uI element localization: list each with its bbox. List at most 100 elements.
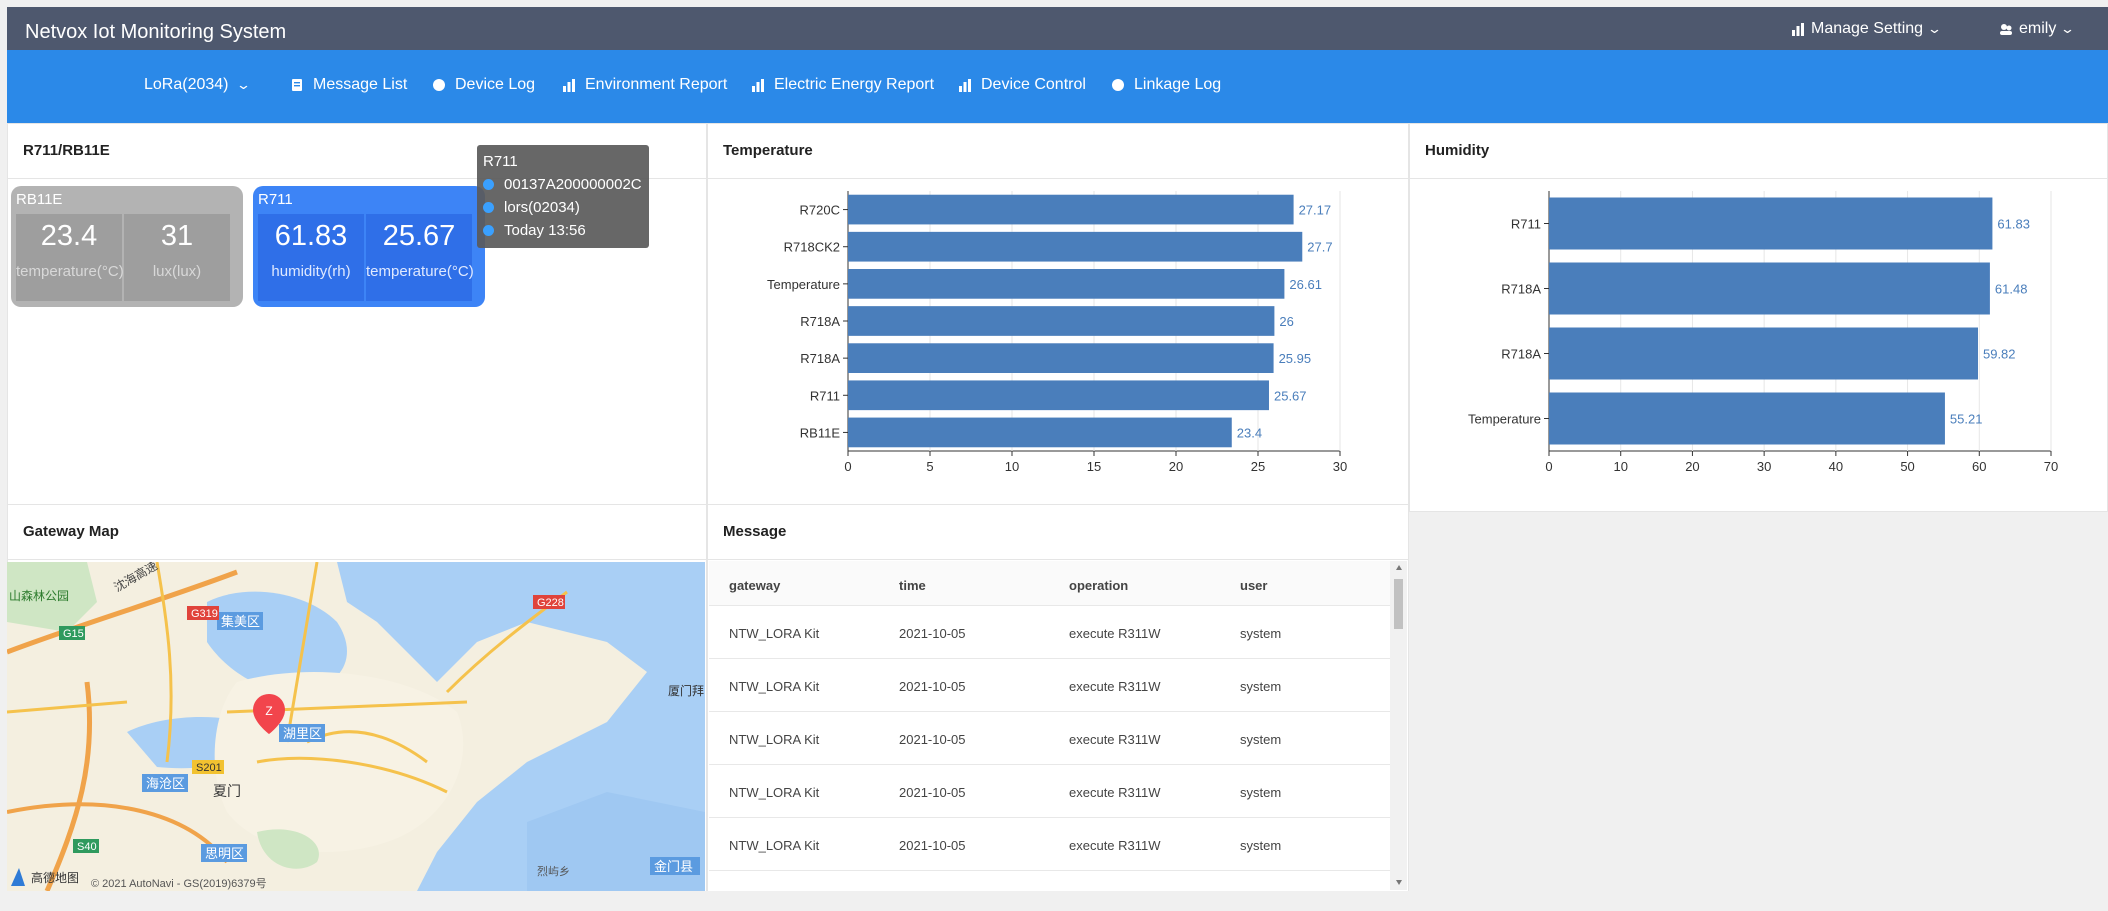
nav-item-environment-report[interactable]: Environment Report <box>562 76 727 94</box>
table-row[interactable]: NTW_LORA Kit 2021-10-05 execute R311W sy… <box>709 712 1390 765</box>
y-tick-label: R718A <box>800 314 840 329</box>
list-icon <box>292 79 302 91</box>
reading-cell: 25.67 temperature(°C) <box>366 214 474 301</box>
chevron-down-icon: ⌄ <box>1926 21 1943 36</box>
nav-label: Device Control <box>981 76 1086 93</box>
scrollbar[interactable] <box>1390 561 1407 890</box>
reading-cell: 31 lux(lux) <box>124 214 230 301</box>
app-window: Netvox Iot Monitoring System Manage Sett… <box>7 7 2108 891</box>
x-tick-label: 70 <box>2044 459 2058 474</box>
cell-gateway: NTW_LORA Kit <box>729 838 820 853</box>
x-tick-label: 0 <box>1545 459 1552 474</box>
y-tick-label: R718A <box>1501 347 1541 362</box>
panel-title: Temperature <box>708 124 1408 179</box>
data-label: 59.82 <box>1983 347 2016 362</box>
x-tick-label: 30 <box>1757 459 1771 474</box>
table-row[interactable]: NTW_LORA Kit 2021-10-05 execute R311W sy… <box>709 659 1390 712</box>
nav-item-electric-energy-report[interactable]: Electric Energy Report <box>751 76 934 94</box>
scroll-up-icon[interactable] <box>1396 565 1402 570</box>
sensor-card-r711[interactable]: R711 61.83 humidity(rh) 25.67 temperatur… <box>253 186 485 307</box>
reading-unit: temperature(°C) <box>366 263 474 280</box>
map-brand: 高德地图 <box>31 870 79 885</box>
network-label: LoRa(2034) <box>144 76 229 93</box>
map-label: 湖里区 <box>283 726 322 741</box>
table-header: gateway time operation user <box>709 561 1390 606</box>
nav-label: Environment Report <box>585 76 728 93</box>
x-tick-label: 10 <box>1005 459 1019 474</box>
cell-user: system <box>1240 679 1282 694</box>
column-header-operation[interactable]: operation <box>1069 578 1128 593</box>
cell-operation: execute R311W <box>1069 626 1161 641</box>
nav-label: Message List <box>313 76 408 93</box>
data-label: 25.95 <box>1279 351 1312 366</box>
y-tick-label: Temperature <box>1468 412 1541 427</box>
map-label: S40 <box>77 841 97 853</box>
bar <box>848 380 1269 411</box>
cell-user: system <box>1240 785 1282 800</box>
reading-value: 23.4 <box>40 220 98 252</box>
map-label: G228 <box>537 597 564 609</box>
y-tick-label: R711 <box>810 388 840 403</box>
bar <box>848 306 1275 336</box>
column-header-time[interactable]: time <box>899 578 926 593</box>
map-label: 烈屿乡 <box>537 864 570 878</box>
map-marker-label: Z <box>265 704 272 718</box>
data-label: 61.48 <box>1995 282 2028 297</box>
cell-user: system <box>1240 626 1282 641</box>
column-header-gateway[interactable]: gateway <box>729 578 780 593</box>
message-table: gateway time operation user NTW_LORA Kit… <box>709 561 1390 890</box>
map-label: G15 <box>63 628 84 640</box>
user-menu[interactable]: emily ⌄ <box>1999 20 2075 38</box>
x-tick-label: 20 <box>1169 459 1183 474</box>
nav-item-device-control[interactable]: Device Control <box>958 76 1086 94</box>
map-label: 思明区 <box>205 846 244 861</box>
map-label: 海沧区 <box>146 776 185 791</box>
chevron-down-icon: ⌄ <box>235 77 251 92</box>
cell-time: 2021-10-05 <box>899 626 966 641</box>
nav-label: Device Log <box>455 76 536 93</box>
y-tick-label: R711 <box>1511 217 1541 232</box>
reading-unit: temperature(°C) <box>16 263 124 280</box>
map-label: 夏门 <box>213 783 241 799</box>
user-icon <box>2000 24 2012 35</box>
y-tick-label: R718A <box>1501 282 1541 297</box>
x-tick-label: 0 <box>844 459 851 474</box>
gateway-map[interactable]: Z 山森林公园 集美区 湖里区 海沧区 思明区 金门县 夏门 厦门拜 烈屿乡 沈… <box>7 562 705 891</box>
reading-value: 61.83 <box>274 220 348 252</box>
user-name: emily <box>2019 20 2057 37</box>
map-label: G319 <box>191 608 218 620</box>
manage-setting-label: Manage Setting <box>1811 20 1924 37</box>
scroll-down-icon[interactable] <box>1396 880 1402 885</box>
bar <box>848 417 1232 448</box>
bullet-icon <box>483 202 494 213</box>
column-header-user[interactable]: user <box>1240 578 1267 593</box>
map-label: S201 <box>196 762 222 774</box>
table-row[interactable]: NTW_LORA Kit 2021-10-05 execute R311W sy… <box>709 606 1390 659</box>
y-tick-label: R720C <box>800 203 840 218</box>
map-label: 厦门拜 <box>668 683 704 698</box>
map-canvas: Z 山森林公园 集美区 湖里区 海沧区 思明区 金门县 夏门 厦门拜 烈屿乡 沈… <box>7 562 705 891</box>
y-tick-label: RB11E <box>800 425 841 440</box>
nav-item-message-list[interactable]: Message List <box>290 76 407 94</box>
nav-label: Electric Energy Report <box>774 76 935 93</box>
map-copyright: © 2021 AutoNavi - GS(2019)6379号 <box>91 877 267 890</box>
table-row[interactable]: NTW_LORA Kit 2021-10-05 execute R311W sy… <box>709 765 1390 818</box>
sensor-card-rb11e[interactable]: RB11E 23.4 temperature(°C) 31 lux(lux) <box>11 186 243 307</box>
temperature-chart: 0 5 10 15 20 25 30 R720C 27.17 R718CK2 27.7 Tempera… <box>767 191 1347 474</box>
bar-chart-icon <box>1792 23 1804 36</box>
manage-setting-menu[interactable]: Manage Setting ⌄ <box>1791 20 1943 38</box>
x-tick-label: 50 <box>1900 459 1914 474</box>
nav-item-device-log[interactable]: Device Log <box>432 76 535 94</box>
x-tick-label: 10 <box>1613 459 1627 474</box>
bullet-icon <box>483 179 494 190</box>
message-panel: Message gateway time operation user NTW_… <box>707 504 1409 891</box>
table-row[interactable]: NTW_LORA Kit 2021-10-05 execute R311W sy… <box>709 818 1390 871</box>
bar <box>848 269 1285 299</box>
scrollbar-thumb[interactable] <box>1394 579 1403 629</box>
cell-gateway: NTW_LORA Kit <box>729 626 820 641</box>
map-label: 金门县 <box>654 859 693 874</box>
nav-item-linkage-log[interactable]: Linkage Log <box>1111 76 1221 94</box>
y-tick-label: R718A <box>800 351 840 366</box>
network-selector[interactable]: LoRa(2034) ⌄ <box>144 76 251 94</box>
cell-operation: execute R311W <box>1069 679 1161 694</box>
